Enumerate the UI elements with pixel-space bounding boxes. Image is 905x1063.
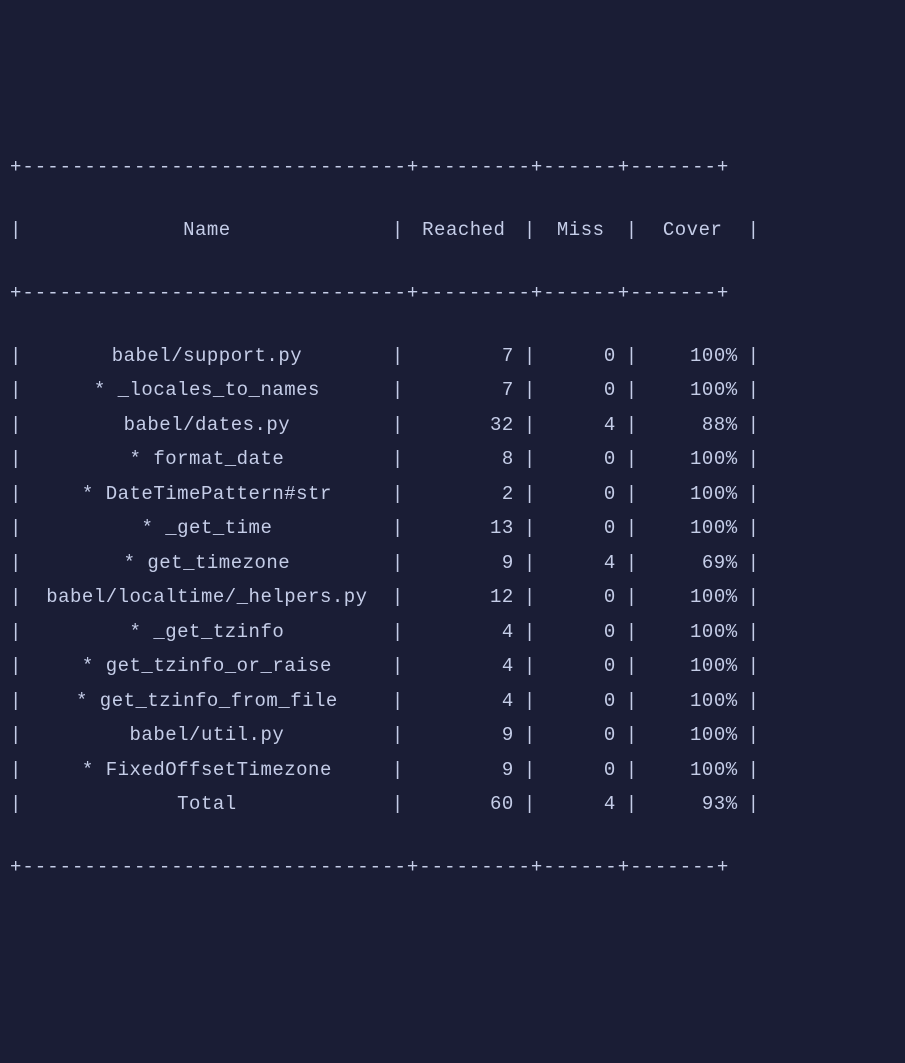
- cell-cover: 100%: [638, 342, 748, 371]
- cell-name: babel/dates.py: [22, 411, 392, 440]
- cell-reached: 9: [404, 756, 524, 785]
- cell-reached: 9: [404, 549, 524, 578]
- table-row: |* FixedOffsetTimezone|9|0|100%|: [10, 756, 895, 785]
- cell-cover: 100%: [638, 756, 748, 785]
- table-row: |Total|60|4|93%|: [10, 790, 895, 819]
- cell-cover: 100%: [638, 376, 748, 405]
- cell-reached: 60: [404, 790, 524, 819]
- cell-cover: 88%: [638, 411, 748, 440]
- cell-cover: 100%: [638, 445, 748, 474]
- cell-miss: 0: [536, 687, 626, 716]
- table-header-row: |Name|Reached|Miss|Cover|: [10, 216, 895, 245]
- cell-reached: 7: [404, 342, 524, 371]
- header-name: Name: [22, 216, 392, 245]
- cell-miss: 0: [536, 514, 626, 543]
- table-row: |* _get_tzinfo|4|0|100%|: [10, 618, 895, 647]
- cell-miss: 0: [536, 445, 626, 474]
- table-row: |* _locales_to_names|7|0|100%|: [10, 376, 895, 405]
- cell-name: babel/localtime/_helpers.py: [22, 583, 392, 612]
- cell-reached: 9: [404, 721, 524, 750]
- cell-name: babel/util.py: [22, 721, 392, 750]
- cell-cover: 100%: [638, 583, 748, 612]
- cell-cover: 100%: [638, 687, 748, 716]
- header-reached: Reached: [404, 216, 524, 245]
- cell-name: babel/support.py: [22, 342, 392, 371]
- cell-reached: 7: [404, 376, 524, 405]
- cell-name: * format_date: [22, 445, 392, 474]
- cell-name: * get_tzinfo_from_file: [22, 687, 392, 716]
- cell-miss: 0: [536, 652, 626, 681]
- table-row: |* _get_time|13|0|100%|: [10, 514, 895, 543]
- cell-cover: 100%: [638, 618, 748, 647]
- table-row: |babel/support.py|7|0|100%|: [10, 342, 895, 371]
- table-row: |babel/dates.py|32|4|88%|: [10, 411, 895, 440]
- table-row: |babel/util.py|9|0|100%|: [10, 721, 895, 750]
- cell-miss: 0: [536, 583, 626, 612]
- cell-reached: 4: [404, 618, 524, 647]
- cell-cover: 69%: [638, 549, 748, 578]
- cell-name: * DateTimePattern#str: [22, 480, 392, 509]
- table-border-top: +-------------------------------+-------…: [10, 153, 895, 182]
- cell-name: Total: [22, 790, 392, 819]
- cell-name: * get_tzinfo_or_raise: [22, 652, 392, 681]
- cell-name: * _get_tzinfo: [22, 618, 392, 647]
- header-miss: Miss: [536, 216, 626, 245]
- cell-cover: 100%: [638, 514, 748, 543]
- table-row: |* DateTimePattern#str|2|0|100%|: [10, 480, 895, 509]
- cell-reached: 4: [404, 687, 524, 716]
- cell-miss: 4: [536, 790, 626, 819]
- cell-reached: 8: [404, 445, 524, 474]
- cell-reached: 13: [404, 514, 524, 543]
- cell-cover: 93%: [638, 790, 748, 819]
- cell-reached: 2: [404, 480, 524, 509]
- table-row: |* get_tzinfo_or_raise|4|0|100%|: [10, 652, 895, 681]
- header-cover: Cover: [638, 216, 748, 245]
- table-border-mid: +-------------------------------+-------…: [10, 279, 895, 308]
- table-border-bottom: +-------------------------------+-------…: [10, 853, 895, 882]
- cell-name: * get_timezone: [22, 549, 392, 578]
- cell-reached: 4: [404, 652, 524, 681]
- table-row: |* get_timezone|9|4|69%|: [10, 549, 895, 578]
- cell-miss: 4: [536, 549, 626, 578]
- coverage-table: +-------------------------------+-------…: [10, 124, 895, 910]
- cell-miss: 0: [536, 480, 626, 509]
- cell-miss: 0: [536, 342, 626, 371]
- table-row: |* format_date|8|0|100%|: [10, 445, 895, 474]
- cell-miss: 0: [536, 618, 626, 647]
- table-row: |babel/localtime/_helpers.py|12|0|100%|: [10, 583, 895, 612]
- cell-cover: 100%: [638, 721, 748, 750]
- cell-miss: 0: [536, 721, 626, 750]
- cell-name: * _locales_to_names: [22, 376, 392, 405]
- cell-name: * _get_time: [22, 514, 392, 543]
- cell-name: * FixedOffsetTimezone: [22, 756, 392, 785]
- cell-reached: 12: [404, 583, 524, 612]
- cell-miss: 0: [536, 376, 626, 405]
- cell-cover: 100%: [638, 652, 748, 681]
- cell-reached: 32: [404, 411, 524, 440]
- table-row: |* get_tzinfo_from_file|4|0|100%|: [10, 687, 895, 716]
- cell-cover: 100%: [638, 480, 748, 509]
- cell-miss: 4: [536, 411, 626, 440]
- cell-miss: 0: [536, 756, 626, 785]
